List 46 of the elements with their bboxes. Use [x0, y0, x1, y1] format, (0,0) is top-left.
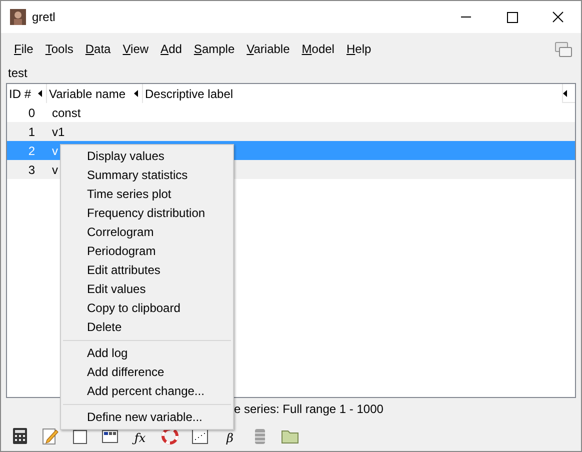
menu-item[interactable]: Add difference	[61, 363, 233, 382]
menu-item[interactable]: Data	[80, 40, 116, 58]
table-row[interactable]: 1 v1	[7, 122, 575, 141]
menu-item[interactable]: Sample	[188, 40, 240, 58]
menu-item[interactable]: Correlogram	[61, 223, 233, 242]
menu-item[interactable]: Variable	[242, 40, 295, 58]
menu-item[interactable]: Add log	[61, 344, 233, 363]
toolbar-button[interactable]: ƒx	[129, 431, 151, 445]
menu-item[interactable]: Copy to clipboard	[61, 299, 233, 318]
menu-item[interactable]: Delete	[61, 318, 233, 337]
menu-item[interactable]: Tools	[40, 40, 78, 58]
dataset-label: test	[7, 65, 28, 82]
lifebuoy-icon[interactable]	[161, 427, 179, 445]
column-header[interactable]: Descriptive label	[143, 84, 563, 103]
table-cell-text: v	[52, 162, 58, 178]
column-header[interactable]: Variable name	[47, 84, 143, 103]
toolbar-button[interactable]: β	[219, 431, 241, 445]
table-cell-text: v1	[52, 124, 65, 140]
status-text: e series: Full range 1 - 1000	[234, 401, 384, 418]
table-cell-text: const	[52, 104, 81, 122]
scatter-plot-icon[interactable]	[191, 427, 209, 445]
notepad-pencil-icon[interactable]	[41, 427, 59, 445]
document-icon[interactable]	[71, 427, 89, 445]
menu-item[interactable]: Add percent change...	[61, 382, 233, 401]
menu-item[interactable]: Periodogram	[61, 242, 233, 261]
calculator-icon[interactable]	[11, 427, 29, 445]
table-cell-text: 0	[27, 104, 35, 122]
menu-item[interactable]: File	[9, 40, 38, 58]
table-cell-text: 1	[27, 124, 35, 140]
table-cell-text: v	[52, 142, 58, 160]
menu-item[interactable]: Model	[296, 40, 340, 58]
column-header[interactable]: ID #	[7, 84, 47, 103]
window-title: gretl	[32, 9, 56, 26]
matrix-icon[interactable]	[101, 427, 119, 445]
menu-item[interactable]: View	[118, 40, 154, 58]
menu-item[interactable]: Edit values	[61, 280, 233, 299]
menu-item[interactable]: Help	[341, 40, 376, 58]
table-cell-text: 3	[27, 162, 35, 178]
menu-item[interactable]: Time series plot	[61, 185, 233, 204]
menu-item[interactable]: Add	[156, 40, 187, 58]
table-cell-text: 2	[27, 142, 35, 160]
menu-item[interactable]: Edit attributes	[61, 261, 233, 280]
windows-icon[interactable]	[555, 42, 572, 56]
menu-item[interactable]: Define new variable...	[61, 408, 233, 427]
menu-item[interactable]: Frequency distribution	[61, 204, 233, 223]
app-icon	[10, 9, 26, 25]
